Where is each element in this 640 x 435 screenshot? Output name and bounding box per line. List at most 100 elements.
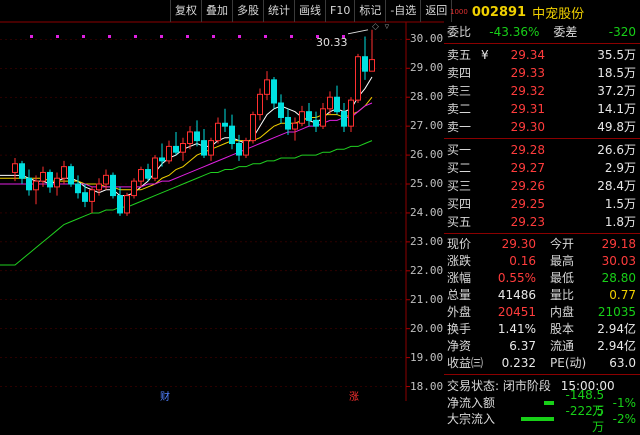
sell-order-row[interactable]: 卖五 ¥29.34 35.5万: [444, 46, 640, 64]
quote-panel: 1000 002891 中宠股份 委比 -43.36% 委差 -320 卖五 ¥2…: [444, 0, 640, 434]
candle-body: [236, 143, 242, 156]
buy-order-row[interactable]: 买五 29.23 1.8万: [444, 213, 640, 231]
quote-label: 最高: [550, 254, 575, 268]
stock-tag: 1000: [450, 8, 468, 16]
status-label: 交易状态:: [447, 379, 500, 393]
candle-body: [355, 56, 361, 101]
quote-value: 63.0: [609, 356, 636, 370]
quote-label: 净资: [447, 339, 472, 353]
buy-order-price: 29.27: [510, 161, 545, 175]
quote-row: 净资 6.37 流通 2.94亿: [444, 338, 640, 355]
buy-order-row[interactable]: 买四 29.25 1.5万: [444, 195, 640, 213]
event-marker-icon: [212, 35, 215, 38]
statistics-button[interactable]: 统计: [264, 0, 295, 22]
overlay-button[interactable]: 叠加: [202, 0, 233, 22]
quote-label: 换手: [447, 322, 472, 336]
quote-value: 1.41%: [497, 322, 536, 336]
stock-name[interactable]: 中宠股份: [532, 3, 584, 22]
quote-value: 0.16: [509, 254, 536, 268]
multi-stock-button[interactable]: 多股: [233, 0, 264, 22]
kline-chart[interactable]: 财涨: [0, 0, 444, 401]
candle-body: [334, 96, 340, 113]
currency-icon: ¥: [481, 48, 489, 62]
restore-rights-button[interactable]: 复权: [170, 0, 202, 22]
candle-body: [292, 122, 298, 130]
buy-order-qty: 2.9万: [604, 161, 636, 175]
sell-order-row[interactable]: 卖一 29.30 49.8万: [444, 118, 640, 136]
buy-order-qty: 28.4万: [597, 179, 636, 193]
event-marker-icon: [108, 35, 111, 38]
price-axis-label: 19.00: [410, 350, 444, 364]
quote-label: 流通: [550, 339, 575, 353]
draw-line-button[interactable]: 画线: [295, 0, 326, 22]
sell-order-price: 29.31: [510, 102, 545, 116]
sell-orders: 卖五 ¥29.34 35.5万 卖四 29.33 18.5万 卖三 29.32 37.2万 卖二 2…: [444, 46, 640, 136]
candle-body: [152, 157, 158, 179]
candle-body: [110, 174, 116, 197]
price-axis-label: 27.00: [410, 119, 444, 133]
candle-body: [82, 192, 88, 202]
max-price-label: 30.33: [316, 36, 348, 49]
candle-body: [278, 102, 284, 118]
event-marker-icon: [82, 35, 85, 38]
sell-order-qty: 37.2万: [597, 84, 636, 98]
candle-body: [159, 157, 165, 162]
sell-order-row[interactable]: 卖三 29.32 37.2万: [444, 82, 640, 100]
candle-body: [229, 125, 235, 145]
status-value: 闭市阶段: [502, 379, 551, 393]
candle-body: [313, 119, 319, 127]
remove-watchlist-button[interactable]: -自选: [386, 0, 422, 22]
weibi-label: 委比: [447, 25, 472, 39]
quote-row: 涨幅 0.55% 最低 28.80: [444, 270, 640, 287]
diamond-icon[interactable]: ◇ ▿: [372, 22, 389, 32]
quote-value: 28.80: [601, 271, 636, 285]
candle-body: [208, 140, 214, 156]
chart-toolbar: 复权 叠加 多股 统计 画线 F10 标记 -自选 返回: [170, 0, 453, 22]
financial-marker: 财: [160, 390, 170, 401]
candle-body: [215, 122, 221, 142]
candle-body: [103, 174, 109, 185]
sell-order-label: 卖四: [447, 66, 472, 80]
candle-body: [124, 195, 130, 214]
buy-order-label: 买五: [447, 215, 472, 229]
f10-button[interactable]: F10: [326, 0, 356, 22]
quote-value: 30.03: [601, 254, 636, 268]
weicha-label: 委差: [553, 25, 578, 39]
quote-row: 涨跌 0.16 最高 30.03: [444, 253, 640, 270]
candle-body: [257, 93, 263, 116]
sell-order-row[interactable]: 卖四 29.33 18.5万: [444, 64, 640, 82]
weibi-value: -43.36%: [489, 25, 540, 39]
event-marker-icon: [56, 35, 59, 38]
sell-order-row[interactable]: 卖二 29.31 14.1万: [444, 100, 640, 118]
quote-value: 21035: [597, 305, 636, 319]
stock-title: 1000 002891 中宠股份: [444, 0, 640, 24]
quote-value: 41486: [497, 288, 536, 302]
buy-order-row[interactable]: 买二 29.27 2.9万: [444, 159, 640, 177]
candle-body: [222, 122, 228, 127]
buy-order-qty: 1.5万: [604, 197, 636, 211]
flow-row: 大宗流入 -222.5万 -2%: [444, 404, 640, 434]
quote-value: 6.37: [509, 339, 536, 353]
candle-body: [19, 163, 25, 179]
buy-order-price: 29.25: [510, 197, 545, 211]
mark-button[interactable]: 标记: [355, 0, 387, 22]
sell-order-price: 29.32: [510, 84, 545, 98]
candle-body: [285, 116, 291, 130]
price-axis-label: 21.00: [410, 292, 444, 306]
candle-body: [264, 79, 270, 95]
candle-body: [138, 169, 144, 182]
buy-order-row[interactable]: 买三 29.26 28.4万: [444, 177, 640, 195]
quote-label: PE(动): [550, 356, 587, 370]
buy-order-row[interactable]: 买一 29.28 26.6万: [444, 141, 640, 159]
buy-order-label: 买二: [447, 161, 472, 175]
candle-body: [320, 108, 326, 127]
candle-body: [187, 131, 193, 145]
buy-order-qty: 1.8万: [604, 215, 636, 229]
divider: [444, 374, 640, 375]
quote-value: 29.18: [601, 237, 636, 251]
weicha-value: -320: [608, 25, 637, 39]
quote-label: 股本: [550, 322, 575, 336]
sell-order-label: 卖一: [447, 120, 472, 134]
sell-order-label: 卖二: [447, 102, 472, 116]
flow-label: 净流入额: [447, 396, 496, 410]
